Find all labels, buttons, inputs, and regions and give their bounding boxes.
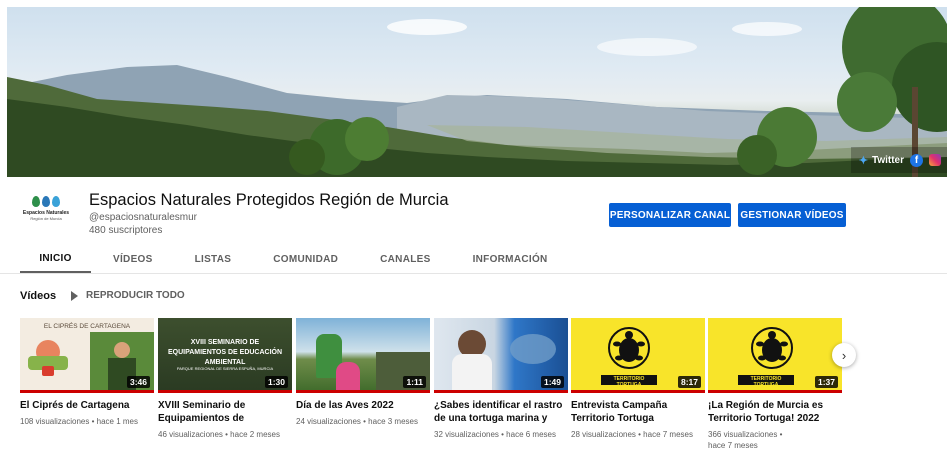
watch-progress-bar [158, 390, 292, 393]
channel-banner: ✦ Twitter f [7, 7, 947, 177]
thumbnail-presenter-body [452, 354, 492, 393]
customize-channel-button[interactable]: PERSONALIZAR CANAL [609, 203, 731, 227]
tab-comunidad[interactable]: COMUNIDAD [253, 245, 360, 273]
video-duration: 1:37 [814, 376, 838, 388]
thumbnail-turtle-image [510, 334, 556, 364]
video-title[interactable]: Día de las Aves 2022 [296, 399, 430, 412]
tab-inicio[interactable]: INICIO [20, 245, 91, 273]
video-meta: 28 visualizaciones • hace 7 meses [571, 430, 693, 439]
video-duration: 1:49 [540, 376, 564, 388]
video-duration: 8:17 [677, 376, 701, 388]
video-meta: 24 visualizaciones • hace 3 meses [296, 417, 418, 426]
tab-canales[interactable]: CANALES [360, 245, 452, 273]
watch-progress-bar [20, 390, 154, 393]
logo-drop-icon [32, 196, 40, 207]
video-title[interactable]: Entrevista Campaña Territorio Tortuga [571, 399, 705, 425]
logo-drop-icon [52, 196, 60, 207]
section-title: Vídeos [20, 290, 57, 302]
video-meta: 46 visualizaciones • hace 2 meses [158, 430, 280, 439]
tab-informacion[interactable]: INFORMACIÓN [453, 245, 570, 273]
thumbnail-caption: TERRITORIO TORTUGA [613, 376, 645, 388]
video-thumbnail[interactable]: XVIII SEMINARIO DE EQUIPAMIENTOS DE EDUC… [158, 318, 292, 393]
social-links: ✦ Twitter f [850, 147, 947, 173]
twitter-icon: ✦ [858, 154, 868, 167]
twitter-label: Twitter [871, 154, 904, 166]
thumbnail-caption: XVIII SEMINARIO DE EQUIPAMIENTOS DE EDUC… [167, 339, 283, 366]
video-card[interactable]: 1:11 Día de las Aves 2022 24 visualizaci… [296, 318, 430, 427]
video-card[interactable]: 1:49 ¿Sabes identificar el rastro de una… [434, 318, 568, 440]
channel-avatar[interactable]: Espacios Naturales Región de Murcia [20, 196, 72, 236]
manage-videos-button[interactable]: GESTIONAR VÍDEOS [738, 203, 846, 227]
play-all-label: REPRODUCIR TODO [86, 290, 185, 301]
video-thumbnail[interactable]: TERRITORIO TORTUGA 8:17 [571, 318, 705, 393]
play-icon [71, 290, 78, 301]
video-card[interactable]: XVIII SEMINARIO DE EQUIPAMIENTOS DE EDUC… [158, 318, 292, 440]
instagram-icon[interactable] [929, 154, 941, 166]
video-card[interactable]: EL CIPRÉS DE CARTAGENA 3:46 El Ciprés de… [20, 318, 154, 427]
channel-tabs: INICIO VÍDEOS LISTAS COMUNIDAD CANALES I… [20, 245, 570, 273]
video-thumbnail[interactable]: 1:11 [296, 318, 430, 393]
video-title[interactable]: ¡La Región de Murcia es Territorio Tortu… [708, 399, 842, 425]
video-card[interactable]: TERRITORIO TORTUGA 8:17 Entrevista Campa… [571, 318, 705, 440]
tabs-divider [0, 273, 947, 274]
channel-name: Espacios Naturales Protegidos Región de … [89, 191, 449, 209]
video-duration: 1:30 [264, 376, 288, 388]
next-videos-button[interactable]: › [832, 343, 856, 367]
video-thumbnail[interactable]: 1:49 [434, 318, 568, 393]
video-duration: 3:46 [126, 376, 150, 388]
subscriber-count: 480 suscriptores [89, 225, 163, 236]
video-meta: 108 visualizaciones • hace 1 mes [20, 417, 138, 426]
video-title[interactable]: El Ciprés de Cartagena [20, 399, 154, 412]
video-thumbnail[interactable]: EL CIPRÉS DE CARTAGENA 3:46 [20, 318, 154, 393]
facebook-icon[interactable]: f [910, 153, 923, 167]
banner-landscape-image [7, 7, 947, 177]
watch-progress-bar [434, 390, 568, 393]
watch-progress-bar [708, 390, 842, 393]
channel-handle: @espaciosnaturalesmur [89, 212, 197, 223]
twitter-link[interactable]: ✦ Twitter [859, 154, 904, 167]
video-meta: 32 visualizaciones • hace 6 meses [434, 430, 556, 439]
thumbnail-subcaption: PARQUE REGIONAL DE SIERRA ESPUÑA, MURCIA [176, 366, 274, 371]
video-meta: 366 visualizaciones • hace 7 meses [708, 430, 783, 450]
video-card[interactable]: TERRITORIO TORTUGA 1:37 ¡La Región de Mu… [708, 318, 842, 451]
chevron-right-icon: › [841, 347, 847, 363]
video-duration: 1:11 [403, 376, 426, 388]
thumbnail-illustration [28, 336, 68, 382]
logo-drop-icon [42, 196, 50, 207]
video-title[interactable]: ¿Sabes identificar el rastro de una tort… [434, 399, 568, 425]
video-thumbnail[interactable]: TERRITORIO TORTUGA 1:37 [708, 318, 842, 393]
video-title[interactable]: XVIII Seminario de Equipamientos de Educ… [158, 399, 292, 425]
play-all-button[interactable]: REPRODUCIR TODO [71, 290, 185, 301]
logo-subtext: Región de Murcia [30, 216, 62, 221]
logo-drops [20, 196, 72, 207]
tab-videos[interactable]: VÍDEOS [91, 245, 173, 273]
watch-progress-bar [571, 390, 705, 393]
watch-progress-bar [296, 390, 430, 393]
tab-listas[interactable]: LISTAS [173, 245, 254, 273]
thumbnail-caption: TERRITORIO TORTUGA [750, 376, 782, 388]
thumbnail-caption: EL CIPRÉS DE CARTAGENA [43, 323, 131, 330]
thumbnail-person [336, 362, 360, 393]
